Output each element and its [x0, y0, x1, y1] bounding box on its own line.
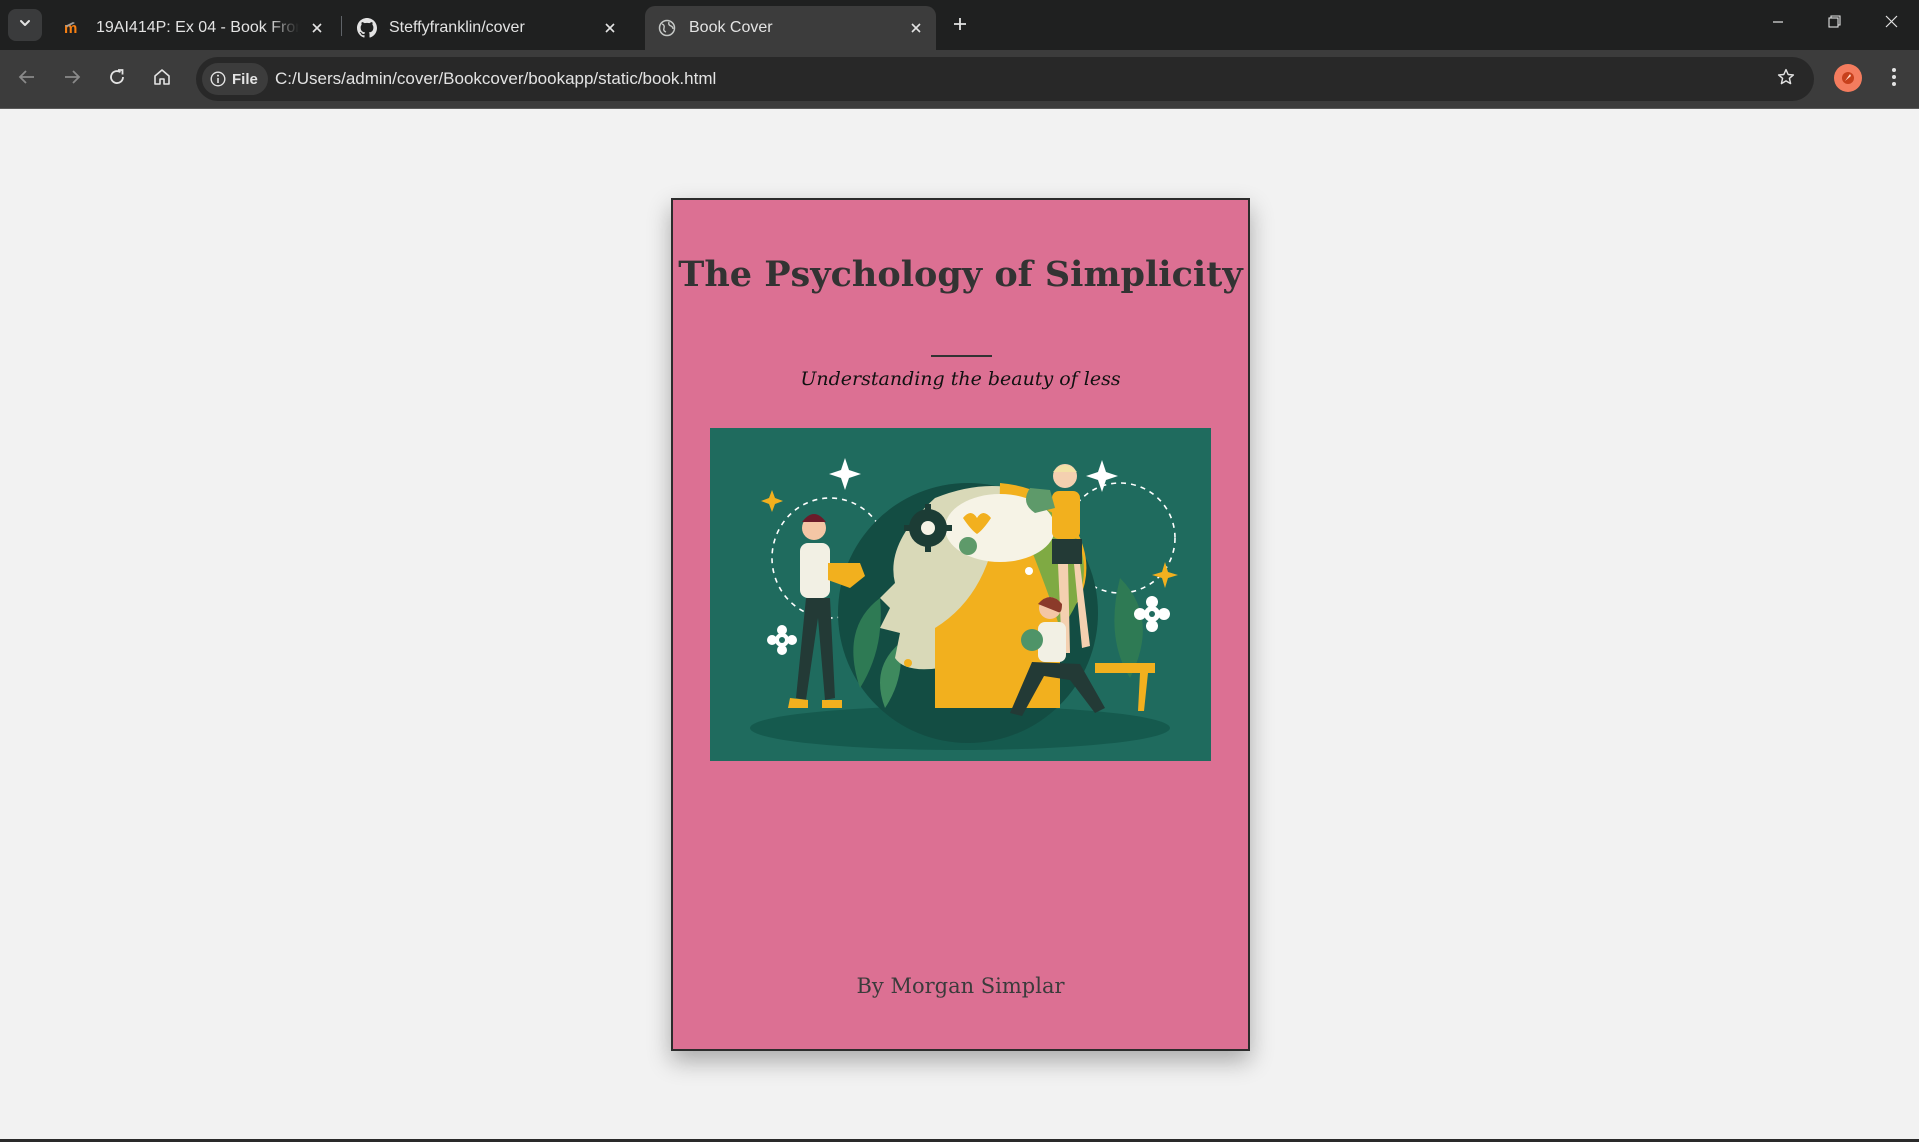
tab-separator — [341, 16, 342, 36]
tab-title: 19AI414P: Ex 04 - Book Front C — [96, 19, 299, 36]
home-button[interactable] — [144, 61, 180, 97]
arrow-right-icon — [63, 68, 81, 91]
star-icon — [1777, 68, 1795, 91]
tab-title: Book Cover — [689, 19, 773, 36]
tab-strip: m 19AI414P: Ex 04 - Book Front C Steffyf… — [0, 0, 1919, 50]
globe-icon — [657, 18, 677, 38]
book-title: The Psychology of Simplicity — [678, 254, 1243, 295]
home-icon — [153, 68, 171, 91]
plus-icon — [953, 17, 967, 36]
info-icon — [210, 71, 226, 87]
close-icon[interactable] — [307, 18, 327, 38]
site-info-chip[interactable]: File — [202, 63, 268, 95]
chevron-down-icon — [18, 16, 32, 35]
book-cover: The Psychology of Simplicity Understandi… — [671, 198, 1250, 1051]
reload-icon — [108, 68, 126, 91]
address-bar[interactable]: File C:/Users/admin/cover/Bookcover/book… — [196, 57, 1814, 101]
svg-text:m: m — [64, 20, 77, 36]
window-close-button[interactable] — [1863, 0, 1919, 48]
title-divider — [931, 355, 992, 357]
reload-button[interactable] — [99, 61, 135, 97]
tab-moodle[interactable]: m 19AI414P: Ex 04 - Book Front C — [52, 6, 337, 50]
bookmark-button[interactable] — [1772, 65, 1800, 93]
close-icon — [1885, 15, 1898, 33]
tab-github[interactable]: Steffyfranklin/cover — [345, 6, 630, 50]
more-vertical-icon — [1891, 67, 1897, 92]
book-author: By Morgan Simplar — [856, 974, 1065, 998]
toolbar-divider — [0, 108, 1919, 109]
restore-icon — [1827, 15, 1841, 33]
minimize-icon — [1772, 15, 1784, 33]
new-tab-button[interactable] — [944, 10, 976, 42]
back-button[interactable] — [9, 61, 45, 97]
close-icon[interactable] — [906, 18, 926, 38]
cover-illustration — [710, 428, 1211, 761]
forward-button[interactable] — [54, 61, 90, 97]
moodle-icon: m — [64, 18, 84, 38]
browser-menu-button[interactable] — [1878, 61, 1910, 97]
tab-search-button[interactable] — [8, 9, 42, 41]
tab-book-cover[interactable]: Book Cover — [645, 6, 936, 50]
url-text[interactable]: C:/Users/admin/cover/Bookcover/bookapp/s… — [275, 57, 716, 101]
tab-title: Steffyfranklin/cover — [389, 19, 525, 36]
site-info-label: File — [232, 70, 258, 88]
profile-avatar[interactable] — [1834, 64, 1862, 92]
restore-button[interactable] — [1806, 0, 1862, 48]
close-icon[interactable] — [600, 18, 620, 38]
arrow-left-icon — [18, 68, 36, 91]
browser-toolbar: File C:/Users/admin/cover/Bookcover/book… — [0, 50, 1919, 108]
minimize-button[interactable] — [1750, 0, 1806, 48]
github-icon — [357, 18, 377, 38]
book-subtitle: Understanding the beauty of less — [800, 368, 1121, 390]
